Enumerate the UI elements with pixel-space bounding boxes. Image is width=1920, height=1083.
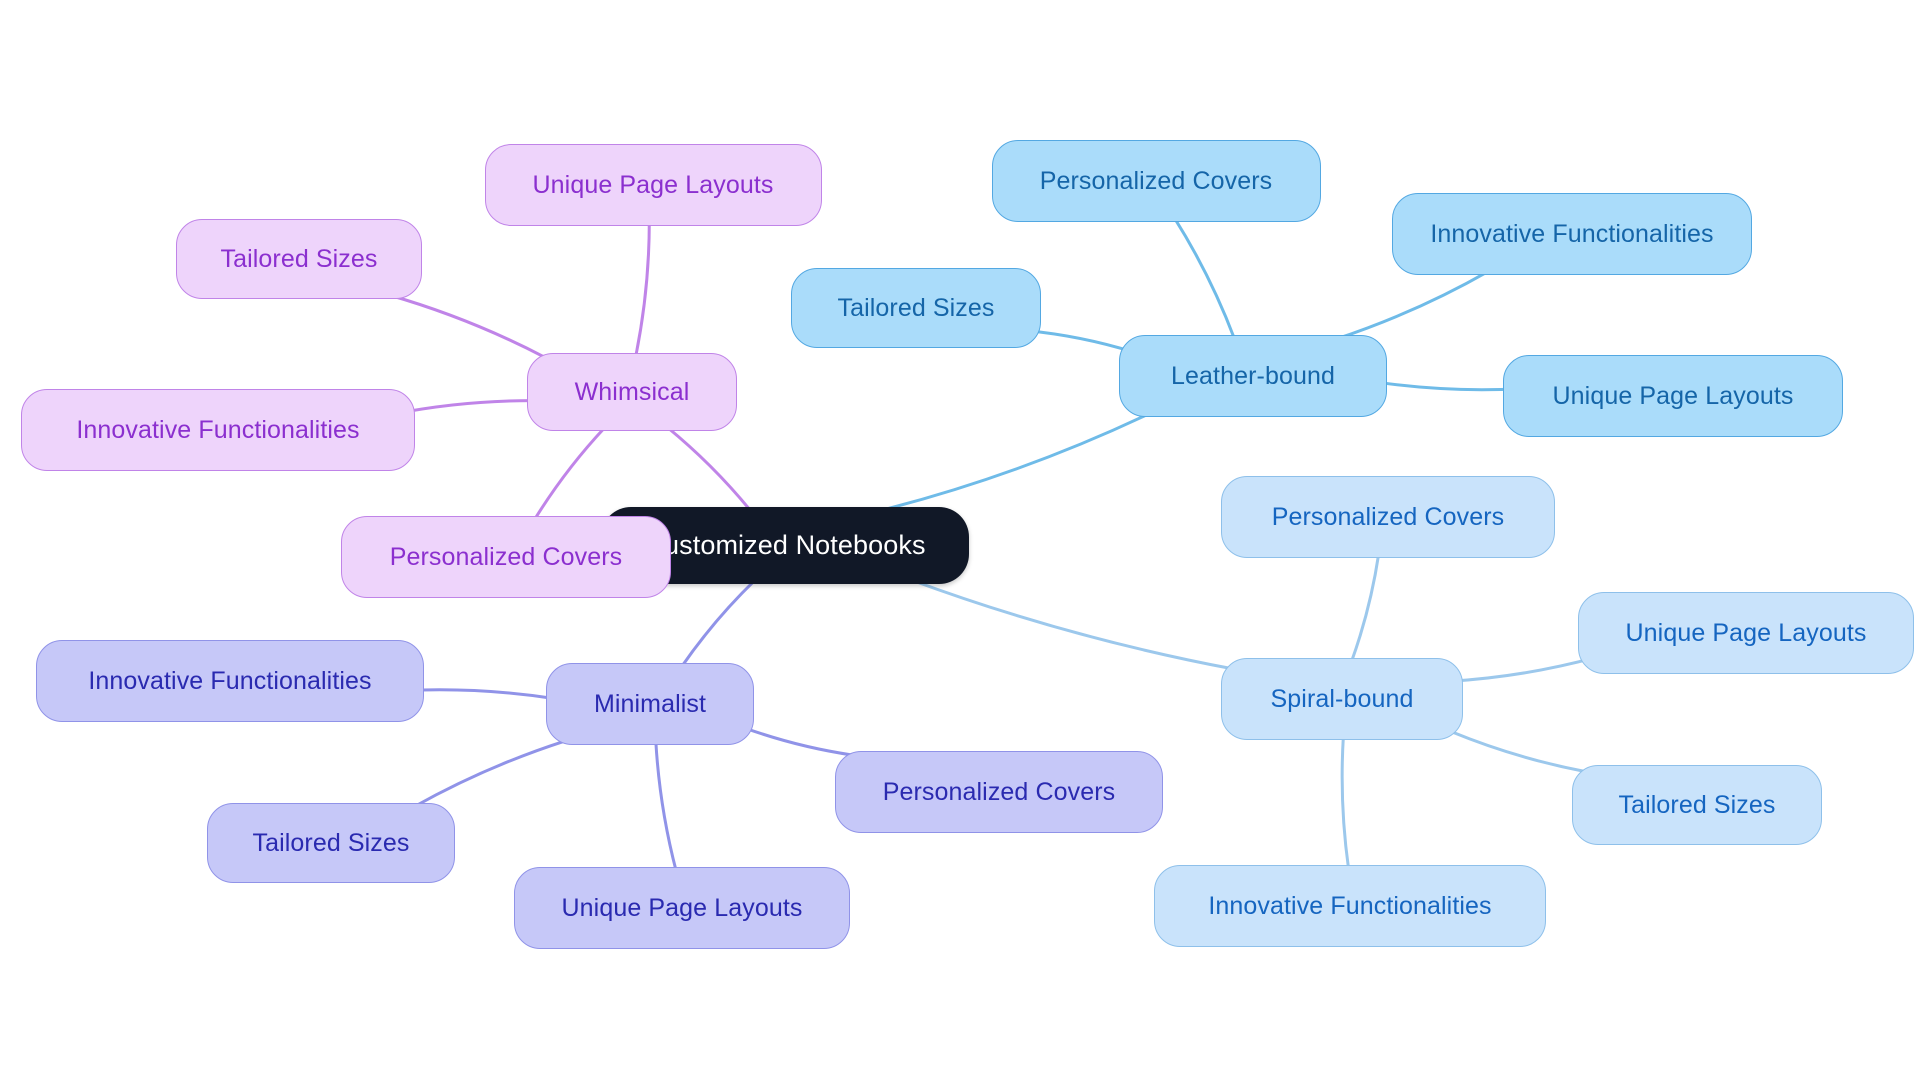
node-label: Unique Page Layouts [1625, 618, 1867, 647]
mindmap-node-spiral-tailored[interactable]: Tailored Sizes [1572, 765, 1822, 845]
node-label: Tailored Sizes [220, 244, 378, 273]
mindmap-edge-root-to-whimsical [665, 425, 752, 512]
mindmap-edge-leather-to-leather-tailored [1027, 329, 1134, 354]
mindmap-node-leather-unique[interactable]: Unique Page Layouts [1503, 355, 1843, 437]
mindmap-node-minimalist[interactable]: Minimalist [546, 663, 754, 745]
mindmap-node-spiral-unique[interactable]: Unique Page Layouts [1578, 592, 1914, 674]
mindmap-node-leather-tailored[interactable]: Tailored Sizes [791, 268, 1041, 348]
mindmap-edge-whimsical-to-whimsical-tailored [387, 293, 546, 359]
mindmap-edge-leather-to-leather-innovative [1334, 269, 1491, 341]
mindmap-canvas: Customized Notebooks Whimsical Unique Page… [0, 0, 1920, 1083]
mindmap-node-whimsical-tailored[interactable]: Tailored Sizes [176, 219, 422, 299]
node-label: Innovative Functionalities [1208, 891, 1492, 920]
mindmap-edge-minimalist-to-minimalist-tailored [412, 739, 567, 809]
node-label: Innovative Functionalities [76, 415, 360, 444]
mindmap-edge-minimalist-to-minimalist-unique [654, 739, 678, 873]
node-label: Minimalist [593, 689, 707, 718]
mindmap-node-spiral-personalized[interactable]: Personalized Covers [1221, 476, 1555, 558]
node-label: Personalized Covers [1271, 502, 1505, 531]
mindmap-node-whimsical-unique[interactable]: Unique Page Layouts [484, 144, 822, 226]
mindmap-node-whimsical[interactable]: Whimsical [527, 353, 737, 431]
mindmap-node-minimalist-innovative[interactable]: Innovative Functionalities [36, 640, 424, 722]
node-label: Personalized Covers [389, 542, 623, 571]
node-label: Leather-bound [1171, 361, 1335, 390]
mindmap-edge-whimsical-to-whimsical-personalized [532, 425, 607, 522]
mindmap-node-whimsical-personalized[interactable]: Personalized Covers [341, 516, 671, 598]
mindmap-edge-whimsical-to-whimsical-unique [634, 220, 651, 359]
node-label: Tailored Sizes [837, 293, 995, 322]
mindmap-edge-spiral-to-spiral-innovative [1340, 734, 1351, 871]
node-label: Unique Page Layouts [1552, 381, 1794, 410]
node-label: Tailored Sizes [1618, 790, 1776, 819]
node-label: Unique Page Layouts [561, 893, 803, 922]
mindmap-node-spiral-innovative[interactable]: Innovative Functionalities [1154, 865, 1546, 947]
node-label: Unique Page Layouts [532, 170, 774, 199]
mindmap-node-minimalist-personalized[interactable]: Personalized Covers [835, 751, 1163, 833]
mindmap-edge-leather-to-leather-personalized [1172, 216, 1237, 341]
mindmap-edge-minimalist-to-minimalist-personalized [742, 726, 855, 757]
mindmap-edge-spiral-to-spiral-unique [1449, 656, 1597, 683]
mindmap-edge-spiral-to-spiral-tailored [1449, 730, 1586, 773]
mindmap-node-minimalist-tailored[interactable]: Tailored Sizes [207, 803, 455, 883]
mindmap-node-leather-personalized[interactable]: Personalized Covers [991, 140, 1321, 222]
mindmap-node-minimalist-unique[interactable]: Unique Page Layouts [514, 867, 850, 949]
mindmap-node-leather[interactable]: Leather-bound [1119, 335, 1387, 417]
mindmap-edge-whimsical-to-whimsical-innovative [393, 399, 539, 416]
node-label: Customized Notebooks [644, 529, 926, 560]
node-label: Personalized Covers [1039, 166, 1273, 195]
mindmap-node-whimsical-innovative[interactable]: Innovative Functionalities [21, 389, 415, 471]
mindmap-edge-root-to-minimalist [679, 578, 758, 669]
node-label: Innovative Functionalities [88, 666, 372, 695]
mindmap-node-leather-innovative[interactable]: Innovative Functionalities [1392, 193, 1752, 275]
mindmap-edge-minimalist-to-minimalist-innovative [403, 688, 558, 701]
node-label: Spiral-bound [1270, 684, 1414, 713]
node-label: Tailored Sizes [252, 828, 410, 857]
mindmap-edge-root-to-spiral [908, 578, 1235, 671]
mindmap-edge-root-to-leather [879, 411, 1153, 512]
node-label: Innovative Functionalities [1430, 219, 1714, 248]
mindmap-node-spiral[interactable]: Spiral-bound [1221, 658, 1463, 740]
node-label: Whimsical [574, 377, 690, 406]
node-label: Personalized Covers [882, 777, 1116, 806]
mindmap-edge-leather-to-leather-unique [1372, 380, 1522, 392]
mindmap-edge-spiral-to-spiral-personalized [1349, 552, 1381, 664]
